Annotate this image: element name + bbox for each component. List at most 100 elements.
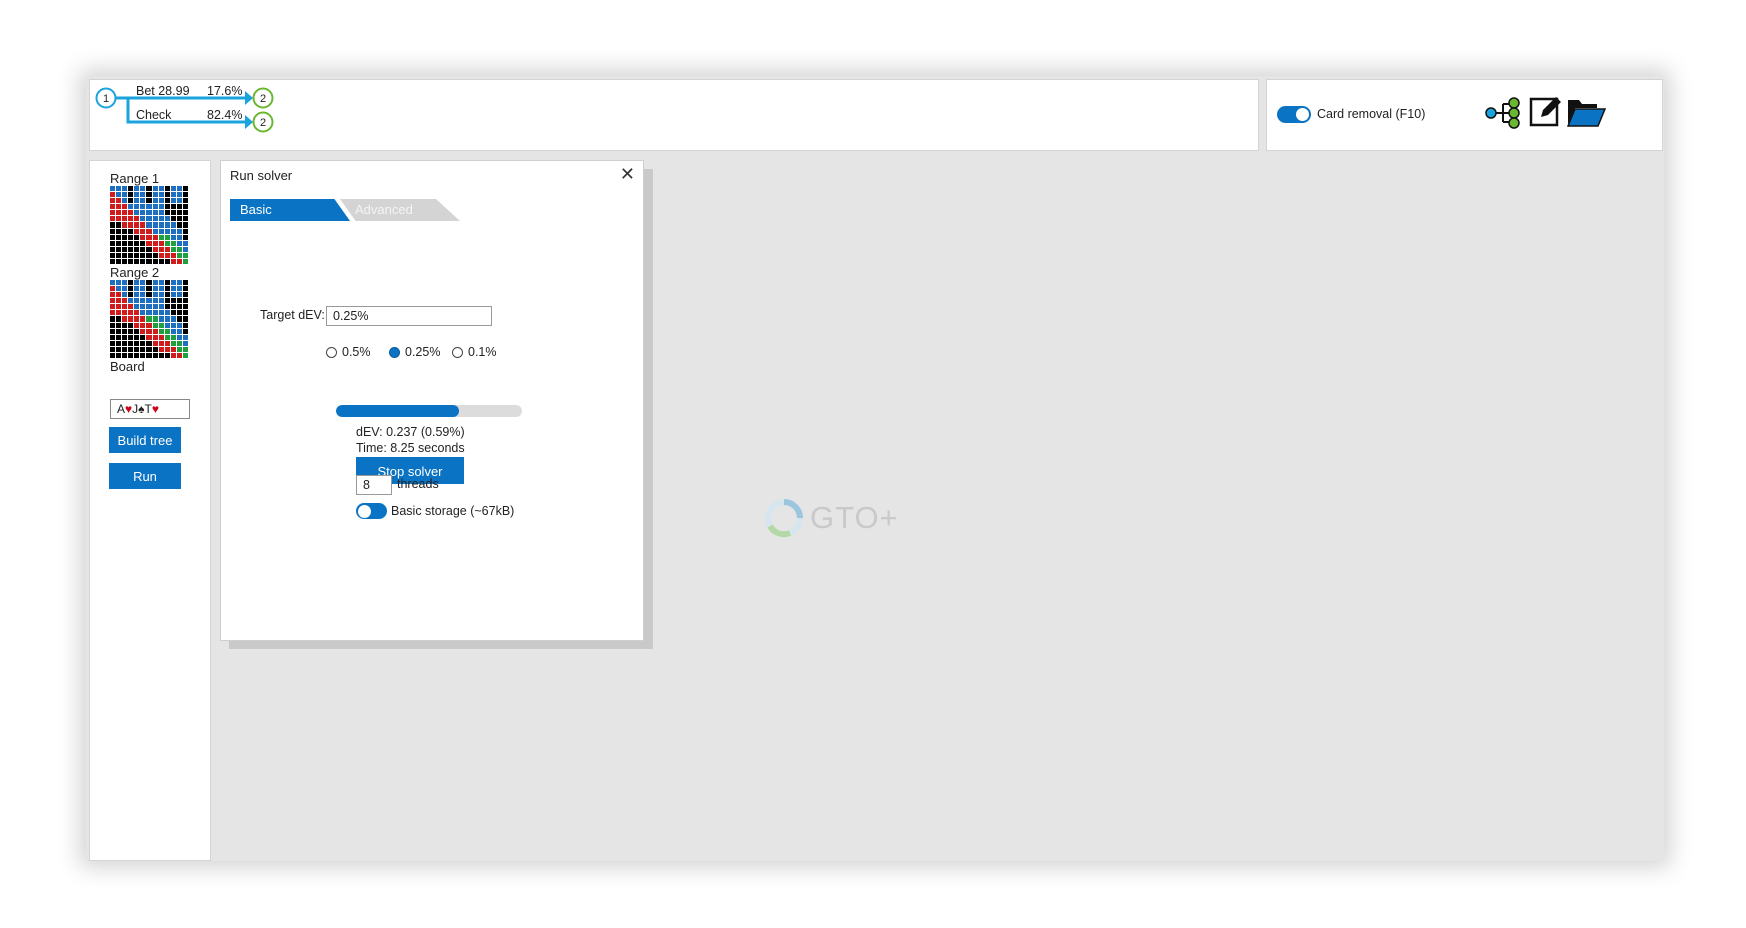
range-cell — [152, 298, 158, 304]
range-cell — [128, 186, 134, 192]
target-dev-label: Target dEV: — [260, 308, 325, 322]
run-solver-dialog: Run solver ✕ Advanced Basic Target dEV: … — [220, 160, 644, 641]
game-tree-panel: 1 2 2 Bet 28.99 17.6% Check 82.4% — [89, 79, 1259, 151]
range-cell — [122, 210, 128, 216]
range-cell — [170, 316, 176, 322]
radio-dev-0-25[interactable]: 0.25% — [389, 345, 440, 359]
range-cell — [140, 280, 146, 286]
build-tree-button[interactable]: Build tree — [109, 427, 181, 453]
range-cell — [122, 346, 128, 352]
range-cell — [146, 222, 152, 228]
board-label: Board — [110, 359, 145, 374]
range-cell — [170, 298, 176, 304]
branch-action-label[interactable]: Bet 28.99 — [136, 84, 190, 98]
range-cell — [128, 198, 134, 204]
tree-icon[interactable] — [1485, 96, 1523, 130]
range-cell — [122, 234, 128, 240]
tree-branch-arrow — [245, 115, 253, 129]
basic-storage-toggle[interactable] — [356, 503, 387, 519]
range-cell — [140, 186, 146, 192]
range-cell — [140, 204, 146, 210]
range-cell — [170, 334, 176, 340]
range-cell — [146, 334, 152, 340]
range-cell — [128, 234, 134, 240]
run-solver-button[interactable]: Run solver — [109, 463, 181, 510]
range-cell — [122, 216, 128, 222]
range-cell — [164, 234, 170, 240]
range-cell — [176, 304, 182, 310]
range-cell — [110, 328, 116, 334]
threads-label: threads — [397, 477, 439, 491]
range-cell — [122, 340, 128, 346]
range-cell — [170, 346, 176, 352]
range-cell — [182, 192, 188, 198]
folder-open-icon[interactable] — [1567, 96, 1607, 128]
range-cell — [140, 234, 146, 240]
card-removal-toggle[interactable] — [1277, 106, 1311, 123]
range-cell — [116, 340, 122, 346]
range-cell — [122, 334, 128, 340]
range-cell — [140, 334, 146, 340]
radio-dev-0-5[interactable]: 0.5% — [326, 345, 371, 359]
tree-child-label: 2 — [260, 117, 266, 129]
range-cell — [158, 310, 164, 316]
range-cell — [110, 258, 116, 264]
range-cell — [182, 198, 188, 204]
range-cell — [134, 322, 140, 328]
range-cell — [122, 222, 128, 228]
range-cell — [152, 210, 158, 216]
range-cell — [134, 210, 140, 216]
range-cell — [152, 292, 158, 298]
range-cell — [128, 286, 134, 292]
range-cell — [122, 352, 128, 358]
range-cell — [134, 292, 140, 298]
range-cell — [164, 292, 170, 298]
board-card: T♥ — [144, 402, 159, 416]
range-cell — [164, 286, 170, 292]
target-dev-input[interactable]: 0.25% — [326, 306, 492, 326]
range-cell — [110, 234, 116, 240]
range-cell — [152, 334, 158, 340]
range-cell — [116, 240, 122, 246]
board-input[interactable]: A♥J♠T♥ — [110, 399, 190, 419]
range-cell — [110, 246, 116, 252]
threads-input[interactable]: 8 — [356, 475, 392, 495]
range-cell — [140, 304, 146, 310]
range-cell — [134, 228, 140, 234]
watermark-text: GTO+ — [810, 500, 899, 535]
range-cell — [158, 346, 164, 352]
range-cell — [170, 340, 176, 346]
branch-action-label[interactable]: Check — [136, 108, 171, 122]
range-cell — [158, 304, 164, 310]
range-cell — [140, 252, 146, 258]
range-cell — [170, 228, 176, 234]
range-cell — [110, 292, 116, 298]
range-cell — [122, 316, 128, 322]
range-cell — [134, 204, 140, 210]
close-icon[interactable]: ✕ — [620, 164, 635, 185]
dialog-title: Run solver — [230, 168, 293, 183]
range-cell — [122, 328, 128, 334]
tree-root-label: 1 — [103, 93, 109, 105]
tab-basic[interactable]: Basic — [230, 199, 350, 221]
range-cell — [164, 316, 170, 322]
radio-dev-0-1[interactable]: 0.1% — [452, 345, 497, 359]
range-cell — [116, 198, 122, 204]
range-cell — [134, 198, 140, 204]
range-cell — [116, 280, 122, 286]
range1-grid[interactable] — [110, 186, 188, 264]
range-cell — [164, 310, 170, 316]
range-cell — [176, 286, 182, 292]
range-cell — [128, 246, 134, 252]
tab-advanced[interactable]: Advanced — [340, 199, 460, 221]
range-cell — [164, 328, 170, 334]
range-cell — [134, 334, 140, 340]
board-card: J♠ — [132, 402, 145, 416]
range2-grid[interactable] — [110, 280, 188, 358]
range-cell — [146, 286, 152, 292]
edit-icon[interactable] — [1529, 94, 1563, 128]
range-cell — [152, 346, 158, 352]
range-cell — [110, 210, 116, 216]
range-cell — [176, 204, 182, 210]
range-cell — [140, 210, 146, 216]
